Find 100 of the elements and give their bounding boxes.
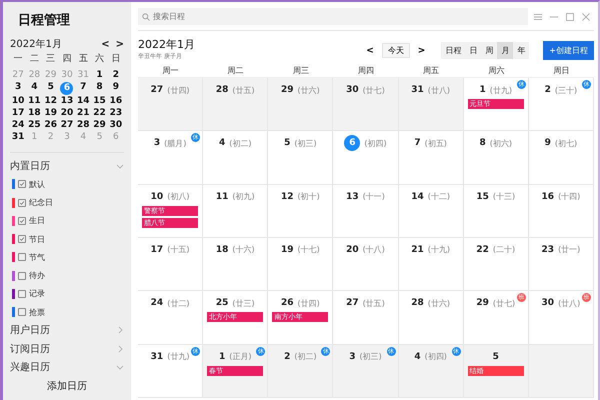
mini-calendar-day[interactable]: 5	[44, 82, 57, 93]
close-icon[interactable]	[582, 12, 590, 20]
calendar-group-label[interactable]: 兴趣日历	[10, 360, 116, 374]
mini-calendar-day[interactable]: 22	[93, 108, 106, 119]
day-cell[interactable]: 5 (初三)	[268, 131, 334, 185]
next-button[interactable]: >	[416, 46, 428, 56]
mini-calendar-day[interactable]: 15	[93, 96, 106, 107]
day-cell[interactable]: 15 (十三)	[464, 184, 529, 238]
mini-calendar-day[interactable]: 10	[12, 96, 24, 107]
checkbox[interactable]	[18, 290, 26, 298]
mini-calendar-day[interactable]: 29	[93, 120, 106, 131]
day-cell[interactable]: 11 (初九)	[203, 184, 268, 238]
calendar-group-label[interactable]: 订阅日历	[10, 342, 116, 356]
checkbox[interactable]	[18, 198, 26, 207]
mini-calendar-day[interactable]: 28	[77, 120, 90, 131]
next-month-button[interactable]: >	[116, 38, 124, 50]
day-number: 27	[346, 298, 359, 308]
day-cell[interactable]: 14 (十二)	[398, 184, 464, 238]
chevron-right-icon[interactable]	[116, 344, 124, 353]
mini-calendar-day[interactable]: 8	[94, 82, 106, 93]
mini-calendar-day[interactable]: 3	[12, 82, 24, 93]
day-cell[interactable]: 17 (十五)	[138, 238, 204, 292]
day-cell[interactable]: 24 (廿二)	[138, 291, 204, 345]
mini-calendar-day[interactable]: 21	[77, 108, 90, 119]
mini-calendar-day[interactable]: 24	[12, 120, 24, 131]
mini-calendar-day[interactable]: 1	[94, 70, 106, 81]
mini-calendar-day[interactable]: 13	[60, 96, 74, 107]
day-cell[interactable]: 30 (廿七)	[333, 78, 399, 132]
mini-calendar-day[interactable]: 17	[12, 108, 24, 119]
chevron-down-icon[interactable]	[116, 362, 124, 371]
day-cell[interactable]: 19 (十七)	[268, 238, 334, 292]
mini-calendar-day[interactable]: 20	[60, 108, 74, 119]
day-cell[interactable]: 18 (十六)	[203, 238, 268, 292]
day-cell[interactable]: 8 (初六)	[464, 131, 529, 185]
day-cell[interactable]: 20 (十八)	[333, 238, 399, 292]
mini-calendar-day[interactable]: 19	[44, 108, 57, 119]
mini-calendar-day[interactable]: 30	[110, 120, 122, 131]
view-tab[interactable]: 日	[465, 42, 482, 59]
mini-calendar-day[interactable]: 7	[77, 82, 90, 93]
day-cell[interactable]: 4 (初二)	[203, 131, 268, 185]
mini-calendar-day[interactable]: 12	[44, 96, 57, 107]
mini-calendar-day[interactable]: 23	[110, 108, 122, 119]
chevron-down-icon[interactable]	[116, 162, 124, 170]
checkbox[interactable]	[18, 180, 26, 188]
day-cell[interactable]: 6 (初四)	[333, 131, 399, 185]
day-cell[interactable]: 27 (廿四)	[138, 78, 204, 132]
calendar-group-label[interactable]: 用户日历	[10, 323, 116, 338]
previous-button[interactable]: <	[364, 46, 376, 56]
mini-calendar-day[interactable]: 9	[110, 82, 122, 93]
add-calendar-button[interactable]: 添加日历	[41, 376, 93, 396]
calendar-group-label[interactable]: 内置日历	[10, 159, 116, 174]
mini-calendar-day[interactable]: 2	[110, 70, 122, 81]
day-cell[interactable]: 9 (初七)	[528, 131, 594, 185]
checkbox[interactable]	[18, 235, 26, 244]
weekday-header: 周一	[162, 65, 180, 77]
day-cell[interactable]: 13 (十一)	[333, 184, 399, 238]
day-number: 30	[542, 298, 554, 308]
weekday-label: 五	[78, 54, 89, 65]
view-tab[interactable]: 日程	[441, 42, 466, 59]
create-event-button[interactable]: +创建日程	[543, 41, 594, 60]
view-tab[interactable]: 月	[497, 42, 514, 59]
search-field[interactable]: 搜索日程	[138, 8, 528, 25]
mini-calendar-day[interactable]: 27	[60, 120, 74, 131]
mini-calendar-day[interactable]: 4	[28, 82, 40, 93]
view-tab[interactable]: 年	[513, 42, 530, 59]
calendar-label: 记录	[29, 288, 45, 300]
day-cell[interactable]: 21 (十九)	[398, 238, 464, 292]
previous-month-button[interactable]: <	[101, 38, 110, 50]
checkbox[interactable]	[18, 253, 26, 262]
calendar-label: 纪念日	[29, 197, 53, 208]
day-cell[interactable]: 28 (廿五)	[203, 78, 268, 132]
day-cell[interactable]: 16 (十四)	[528, 184, 594, 238]
checkbox[interactable]	[18, 216, 26, 225]
day-cell[interactable]: 7 (初五)	[398, 131, 464, 185]
mini-calendar-day[interactable]: 16	[110, 96, 122, 107]
mini-calendar-day[interactable]: 26	[44, 120, 57, 131]
mini-calendar-day[interactable]: 25	[28, 120, 41, 131]
day-cell[interactable]: 23 (廿一)	[528, 238, 594, 292]
menu-icon[interactable]	[534, 12, 542, 20]
day-cell[interactable]: 31 (廿八)	[398, 78, 464, 132]
mini-calendar-day[interactable]: 31	[12, 132, 24, 143]
checkbox[interactable]	[18, 272, 26, 280]
mini-calendar-day[interactable]: 18	[28, 108, 41, 119]
day-cell[interactable]: 22 (二十)	[464, 238, 529, 292]
maximize-icon[interactable]	[566, 12, 574, 20]
day-cell[interactable]: 12 (初十)	[268, 184, 334, 238]
search-icon	[142, 12, 150, 20]
weekday-header: 周四	[356, 65, 375, 77]
view-tab[interactable]: 周	[481, 42, 498, 59]
day-cell[interactable]: 29 (廿六)	[268, 78, 334, 132]
chevron-right-icon[interactable]	[116, 326, 124, 334]
weekday-header: 周五	[422, 65, 440, 77]
checkbox[interactable]	[18, 308, 26, 316]
day-cell[interactable]	[528, 344, 594, 398]
mini-calendar-day[interactable]: 14	[77, 96, 90, 107]
day-number: 6	[344, 135, 360, 152]
today-button[interactable]: 今天	[382, 43, 410, 58]
mini-calendar-day[interactable]: 11	[28, 96, 41, 107]
day-number: 18	[216, 244, 228, 255]
calendar-label: 默认	[29, 178, 45, 190]
